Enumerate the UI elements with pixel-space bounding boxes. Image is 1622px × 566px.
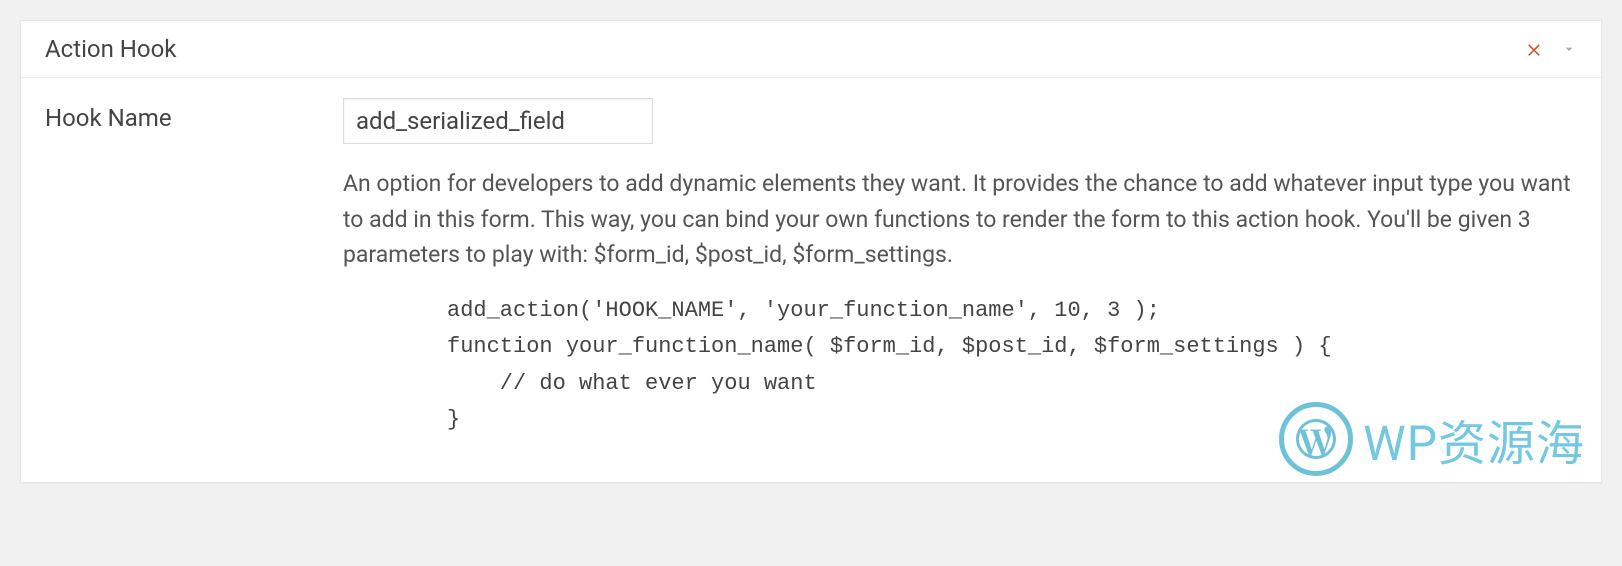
remove-icon[interactable]	[1525, 40, 1543, 58]
field-control: An option for developers to add dynamic …	[343, 98, 1577, 438]
code-sample: add_action('HOOK_NAME', 'your_function_n…	[447, 293, 1577, 438]
hook-name-input[interactable]	[343, 98, 653, 144]
field-label: Hook Name	[45, 98, 343, 438]
action-hook-panel: Action Hook Hook Name An option for deve…	[20, 20, 1602, 483]
panel-controls	[1525, 40, 1577, 58]
toggle-collapse-icon[interactable]	[1561, 41, 1577, 57]
panel-title: Action Hook	[45, 35, 176, 63]
field-description: An option for developers to add dynamic …	[343, 166, 1577, 273]
panel-header: Action Hook	[21, 21, 1601, 78]
panel-body: Hook Name An option for developers to ad…	[21, 78, 1601, 482]
